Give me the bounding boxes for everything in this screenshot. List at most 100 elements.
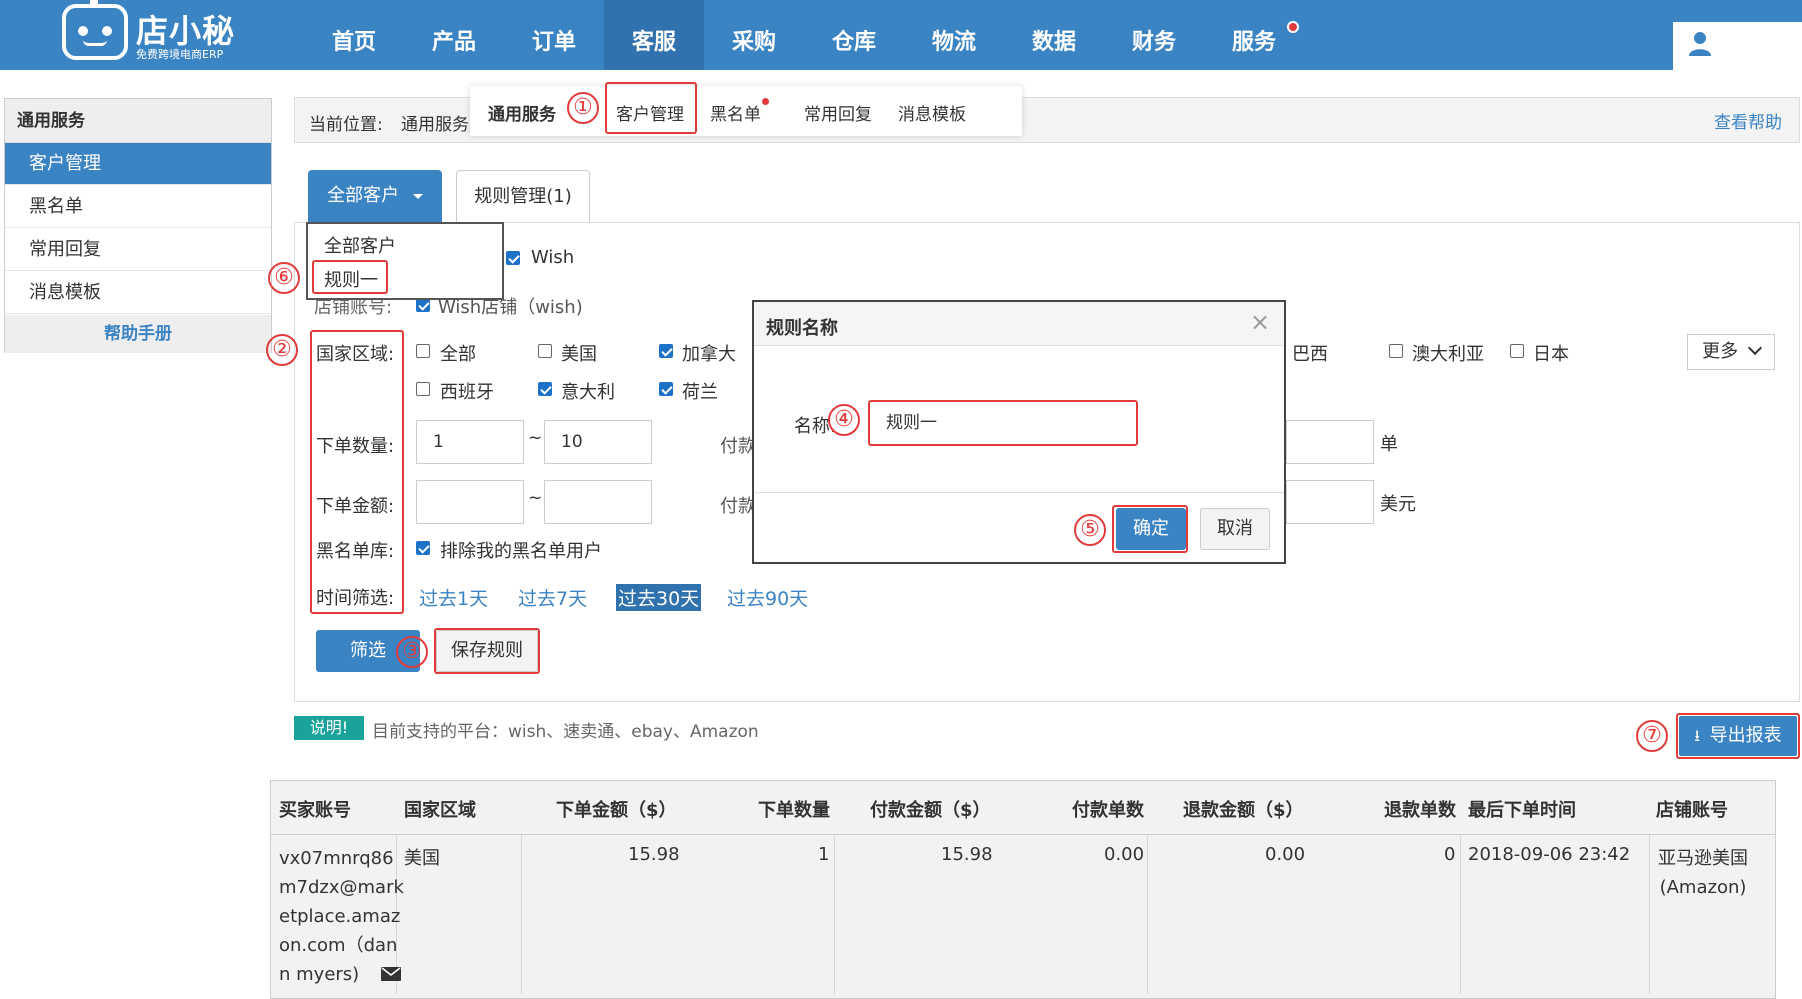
rule-name-input[interactable]: 规则一 xyxy=(868,400,1138,446)
pay-amount-unit: 美元 xyxy=(1380,494,1416,515)
mail-icon[interactable] xyxy=(380,967,401,981)
nav-services[interactable]: 服务 xyxy=(1204,0,1304,70)
logo-subtitle: 免费跨境电商ERP xyxy=(136,48,224,61)
cell-region: 美国 xyxy=(404,848,440,869)
order-amount-min-input[interactable] xyxy=(416,480,524,524)
nav-data[interactable]: 数据 xyxy=(1004,0,1104,70)
subnav-message-templates[interactable]: 消息模板 xyxy=(898,100,966,125)
nav-logistics[interactable]: 物流 xyxy=(904,0,1004,70)
user-menu[interactable] xyxy=(1673,22,1802,70)
checkbox-exclude-blacklist[interactable] xyxy=(416,541,430,555)
cell-last-order-time: 2018-09-06 23:42 xyxy=(1468,844,1631,865)
shop-line: 亚马逊美国 xyxy=(1658,848,1748,869)
cell-refund-amount: 0.00 xyxy=(1265,844,1306,865)
label-region-canada: 加拿大 xyxy=(682,344,736,365)
annotation-3: ③ xyxy=(396,636,428,668)
order-qty-max-input[interactable]: 10 xyxy=(544,420,652,464)
label-region-australia: 澳大利亚 xyxy=(1412,344,1484,365)
label-wish: Wish xyxy=(531,247,575,268)
checkbox-region-australia[interactable] xyxy=(1389,344,1403,358)
pay-amount-label: 付款 xyxy=(720,496,756,517)
highlight-subnav-customer-management xyxy=(605,82,697,134)
more-label: 更多 xyxy=(1702,341,1739,362)
checkbox-region-italy[interactable] xyxy=(538,382,552,396)
checkbox-region-spain[interactable] xyxy=(416,382,430,396)
breadcrumb-path[interactable]: 通用服务 xyxy=(401,110,469,135)
nav-products[interactable]: 产品 xyxy=(404,0,504,70)
notification-dot xyxy=(1287,21,1299,33)
rule-name-dialog: 规则名称 × 名称: 规则一 确定 取消 xyxy=(752,300,1286,564)
col-divider xyxy=(834,834,835,994)
caret-down-icon xyxy=(412,193,423,199)
sidebar-item-customer-management[interactable]: 客户管理 xyxy=(5,143,271,185)
annotation-2: ② xyxy=(266,334,298,366)
pay-count-unit: 单 xyxy=(1380,434,1398,455)
subnav-title: 通用服务 xyxy=(488,105,556,125)
buyer-line: m7dzx@mark xyxy=(279,877,404,898)
checkbox-region-all[interactable] xyxy=(416,344,430,358)
nav-purchase[interactable]: 采购 xyxy=(704,0,804,70)
nav-finance[interactable]: 财务 xyxy=(1104,0,1204,70)
label-region-brazil: 巴西 xyxy=(1292,344,1328,365)
order-qty-min-input[interactable]: 1 xyxy=(416,420,524,464)
subnav-blacklist-dot xyxy=(762,98,769,105)
dropdown-item-all-customers[interactable]: 全部客户 xyxy=(324,232,396,258)
checkbox-region-canada[interactable] xyxy=(659,344,673,358)
highlight-save-rule xyxy=(434,628,540,674)
sidebar-item-blacklist[interactable]: 黑名单 xyxy=(5,186,271,228)
chevron-down-icon xyxy=(1747,340,1762,356)
cell-buyer-account: vx07mnrq86 m7dzx@mark etplace.amaz on.co… xyxy=(279,844,404,989)
tab-all-customers[interactable]: 全部客户 xyxy=(308,170,442,222)
checkbox-wish[interactable] xyxy=(506,251,520,265)
pay-amount-max-input[interactable] xyxy=(1286,480,1374,524)
dialog-header: 规则名称 × xyxy=(754,302,1284,346)
sidebar-item-quick-replies[interactable]: 常用回复 xyxy=(5,229,271,271)
subnav-quick-replies[interactable]: 常用回复 xyxy=(804,100,872,125)
time-past-1-day[interactable]: 过去1天 xyxy=(419,584,488,611)
cell-order-amount: 15.98 xyxy=(628,844,680,865)
time-past-30-days[interactable]: 过去30天 xyxy=(616,584,702,611)
help-link[interactable]: 查看帮助 xyxy=(1714,108,1782,133)
checkbox-region-netherlands[interactable] xyxy=(659,382,673,396)
checkbox-region-japan[interactable] xyxy=(1510,344,1524,358)
nav-orders[interactable]: 订单 xyxy=(504,0,604,70)
sidebar-item-message-templates[interactable]: 消息模板 xyxy=(5,272,271,314)
label-region-netherlands: 荷兰 xyxy=(682,382,718,403)
nav-warehouse[interactable]: 仓库 xyxy=(804,0,904,70)
col-divider xyxy=(1147,834,1148,994)
col-divider xyxy=(521,834,522,994)
pay-count-label: 付款 xyxy=(720,436,756,457)
note-text: 目前支持的平台：wish、速卖通、ebay、Amazon xyxy=(372,722,759,742)
highlight-rule-one xyxy=(312,260,388,294)
subnav-blacklist[interactable]: 黑名单 xyxy=(710,100,761,125)
close-icon[interactable]: × xyxy=(1250,308,1270,336)
tab-all-customers-label: 全部客户 xyxy=(327,185,400,206)
buyer-line: on.com（dan xyxy=(279,935,398,956)
buyer-line: vx07mnrq86 xyxy=(279,848,394,869)
tab-rule-management[interactable]: 规则管理(1) xyxy=(456,170,590,222)
label-region-us: 美国 xyxy=(561,344,597,365)
col-refund-count: 退款单数 xyxy=(1384,800,1456,821)
time-past-7-days[interactable]: 过去7天 xyxy=(518,584,587,611)
subnav-popup: 通用服务 客户管理 黑名单 常用回复 消息模板 xyxy=(470,86,1022,136)
annotation-4: ④ xyxy=(828,404,860,436)
more-regions-button[interactable]: 更多 xyxy=(1687,334,1775,370)
pay-count-max-input[interactable] xyxy=(1286,420,1374,464)
annotation-6: ⑥ xyxy=(268,262,300,294)
checkbox-region-us[interactable] xyxy=(538,344,552,358)
cancel-button[interactable]: 取消 xyxy=(1200,508,1270,550)
sidebar-help-manual[interactable]: 帮助手册 xyxy=(5,315,271,353)
col-region: 国家区域 xyxy=(404,800,476,821)
table-header-divider xyxy=(271,834,1775,835)
highlight-export xyxy=(1676,713,1800,759)
order-amount-max-input[interactable] xyxy=(544,480,652,524)
robot-logo-icon[interactable] xyxy=(62,4,128,60)
nav-customer-service[interactable]: 客服 xyxy=(604,0,704,70)
checkbox-shop-wish[interactable] xyxy=(416,298,430,312)
col-shop-account: 店铺账号 xyxy=(1656,800,1728,821)
label-exclude-blacklist: 排除我的黑名单用户 xyxy=(440,541,602,562)
cell-shop-account: 亚马逊美国 (Amazon) xyxy=(1658,844,1748,902)
time-past-90-days[interactable]: 过去90天 xyxy=(727,584,808,611)
nav-home[interactable]: 首页 xyxy=(304,0,404,70)
col-divider xyxy=(1460,834,1461,994)
